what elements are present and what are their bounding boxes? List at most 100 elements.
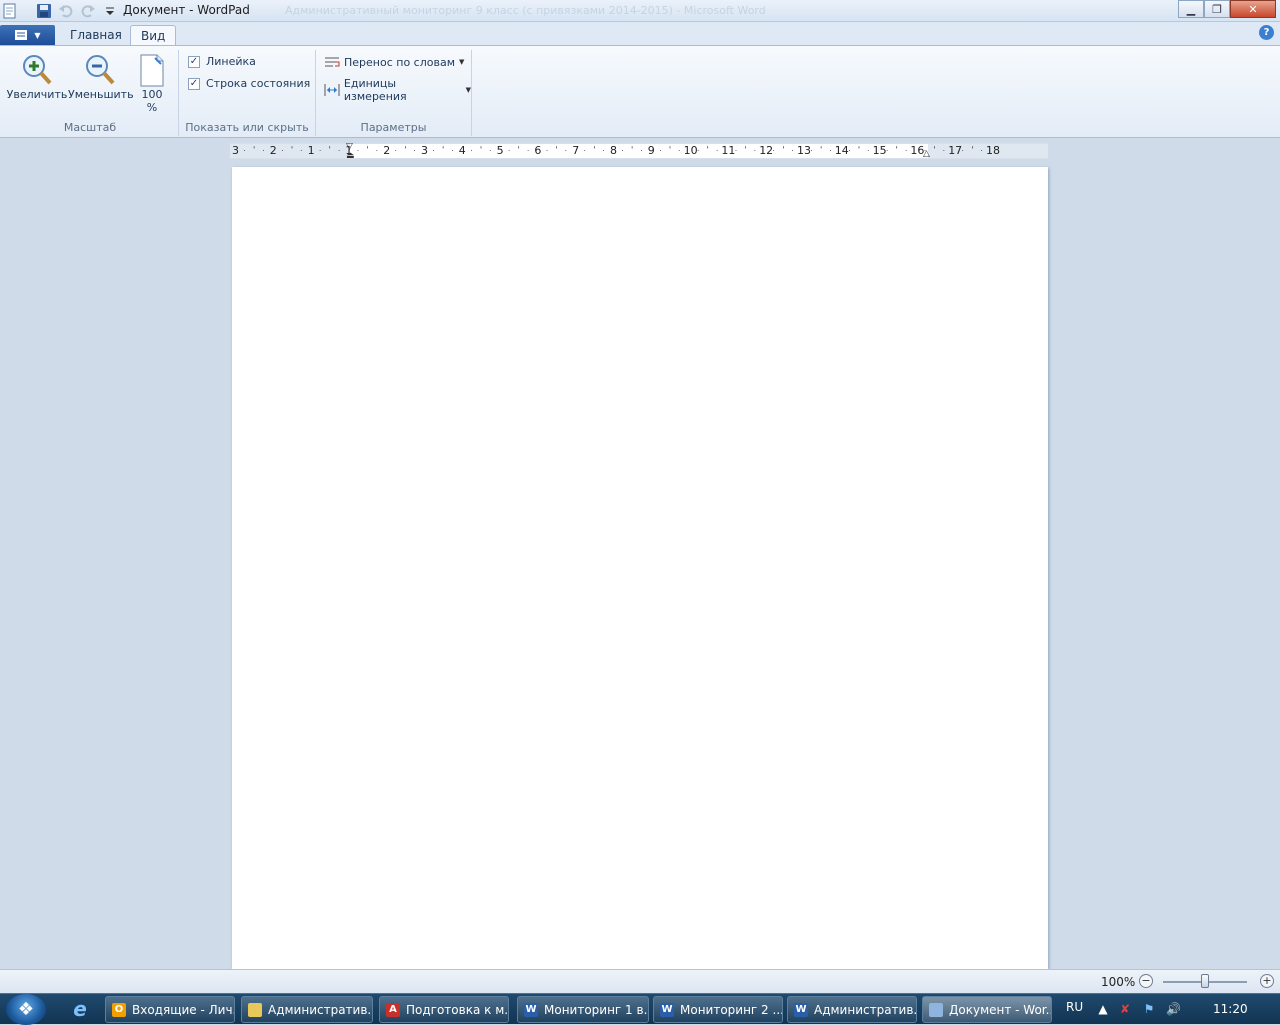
- ruler-number: 12: [759, 144, 774, 157]
- ruler-tick: ·: [942, 147, 945, 155]
- ruler-number: 3: [421, 144, 428, 157]
- ruler-tick: ˈ: [668, 146, 672, 156]
- taskbar-item-label: Входящие - Лич...: [132, 1002, 235, 1017]
- word-wrap-dropdown[interactable]: Перенос по словам ▼: [324, 55, 464, 69]
- undo-icon[interactable]: [58, 3, 74, 19]
- close-button[interactable]: ✕: [1230, 0, 1276, 18]
- statusbar-checkbox[interactable]: ✓ Строка состояния: [188, 77, 310, 90]
- taskbar-item-label: Подготовка к м...: [406, 1002, 509, 1017]
- ruler-number: 11: [721, 144, 736, 157]
- taskbar-item-label: Мониторинг 2 ...: [680, 1002, 783, 1017]
- ruler-tick: ·: [508, 147, 511, 155]
- zoom-group-label: Масштаб: [63, 121, 117, 134]
- window-title: Документ - WordPad: [123, 3, 250, 17]
- ruler-tick: ·: [545, 147, 549, 155]
- status-bar: 100% − +: [0, 969, 1280, 993]
- ribbon: Увеличить Уменьшить 100 % Масштаб ✓ Лине…: [0, 45, 1280, 138]
- right-indent-icon[interactable]: △: [923, 149, 930, 159]
- restore-button[interactable]: ❐: [1204, 0, 1230, 18]
- ruler-tick: ·: [319, 147, 322, 155]
- ribbon-tabs: ▼ Главная Вид ?: [0, 22, 1280, 46]
- network-error-icon[interactable]: ✘: [1118, 1002, 1132, 1016]
- ruler-tick: ·: [451, 147, 454, 155]
- ruler-number: 1: [307, 144, 315, 157]
- ruler[interactable]: 3 · ˈ · 2 · ˈ · 1 · ˈ · 1 · ˈ · 2 · ˈ · 3 · ˈ · 4 · ˈ · 5 · ˈ · 6 · ˈ · 7 · ˈ ·…: [230, 142, 1048, 161]
- page-100-icon: [135, 52, 169, 88]
- title-bar: Документ - WordPad Административный мони…: [0, 0, 1280, 22]
- zoom-in-button[interactable]: Увеличить: [6, 52, 68, 101]
- params-group-label: Параметры: [360, 121, 427, 134]
- zoom-in-label: Увеличить: [6, 88, 68, 101]
- ruler-tick: ˈ: [706, 146, 709, 156]
- ruler-tick: ·: [621, 147, 624, 155]
- ruler-tick: ˈ: [555, 146, 558, 156]
- app-menu-button[interactable]: ▼: [0, 25, 55, 45]
- taskbar-item-label: Административ...: [268, 1002, 373, 1017]
- word-icon: W: [524, 1002, 538, 1017]
- word-wrap-label: Перенос по словам: [344, 55, 456, 69]
- ruler-tick: ˈ: [971, 146, 974, 156]
- taskbar-item[interactable]: Административ...: [241, 996, 373, 1023]
- quick-access-toolbar: [2, 2, 118, 20]
- statusbar-checkbox-label: Строка состояния: [206, 77, 311, 90]
- zoom-out-button[interactable]: −: [1139, 974, 1153, 988]
- ruler-number: 8: [610, 144, 617, 157]
- volume-icon[interactable]: 🔊: [1166, 1002, 1181, 1016]
- restore-icon: ❐: [1212, 2, 1222, 16]
- taskbar-item[interactable]: W Административ...: [787, 996, 917, 1023]
- ruler-tick: ·: [961, 147, 964, 155]
- zoom-in-icon: [20, 52, 54, 88]
- word-wrap-icon: [325, 57, 340, 67]
- document-page[interactable]: [232, 167, 1048, 969]
- zoom-100-button[interactable]: 100 %: [134, 52, 170, 114]
- taskbar-item[interactable]: W Мониторинг 1 в...: [517, 996, 649, 1023]
- language-indicator[interactable]: RU: [1066, 1000, 1083, 1014]
- start-button[interactable]: ❖: [6, 994, 46, 1025]
- action-center-icon[interactable]: ⚑: [1142, 1002, 1156, 1016]
- ruler-number: 5: [496, 144, 504, 157]
- taskbar: ❖ e O Входящие - Лич... Административ... A П…: [0, 993, 1280, 1025]
- taskbar-item[interactable]: Документ - Wor...: [922, 996, 1052, 1023]
- zoom-in-button[interactable]: +: [1260, 974, 1274, 988]
- ruler-number: 10: [683, 144, 698, 157]
- ruler-tick: ˈ: [328, 146, 331, 156]
- zoom-out-button[interactable]: Уменьшить: [68, 52, 134, 101]
- ruler-tick: ˈ: [479, 146, 483, 156]
- zoom-out-label: Уменьшить: [68, 88, 134, 101]
- word-icon: W: [660, 1002, 674, 1017]
- zoom-100-percent: %: [146, 101, 158, 114]
- help-icon[interactable]: ?: [1259, 25, 1274, 40]
- system-tray: RU ▲ ✘ ⚑ 🔊 11:20: [1060, 994, 1280, 1025]
- ruler-tick: ·: [262, 147, 265, 155]
- units-dropdown[interactable]: Единицы измерения ▼: [324, 77, 471, 103]
- minimize-button[interactable]: ▁: [1178, 0, 1204, 18]
- tab-view[interactable]: Вид: [130, 25, 177, 46]
- clock[interactable]: 11:20: [1213, 1002, 1248, 1016]
- customize-qat-icon[interactable]: [102, 3, 118, 19]
- show-hidden-icons-icon[interactable]: ▲: [1096, 1002, 1110, 1016]
- ruler-tick: ·: [337, 147, 341, 155]
- taskbar-item[interactable]: O Входящие - Лич...: [105, 996, 235, 1023]
- redo-icon[interactable]: [80, 3, 96, 19]
- show-hide-group: ✓ Линейка ✓ Строка состояния Показать ил…: [179, 50, 316, 136]
- save-icon[interactable]: [36, 3, 52, 19]
- taskbar-item[interactable]: A Подготовка к м...: [379, 996, 509, 1023]
- zoom-slider-thumb[interactable]: [1201, 974, 1209, 988]
- app-menu-icon: [15, 30, 28, 40]
- params-group: Перенос по словам ▼ Единицы измерения ▼ …: [316, 50, 472, 136]
- ruler-number: 4: [458, 144, 466, 157]
- zoom-percentage[interactable]: 100%: [1101, 975, 1135, 989]
- ruler-tick: ·: [281, 147, 284, 155]
- document-area: [0, 160, 1280, 969]
- ruler-checkbox[interactable]: ✓ Линейка: [188, 55, 256, 68]
- statusbar-check-icon: ✓: [188, 77, 200, 90]
- ruler-tick: ·: [640, 147, 643, 155]
- tab-home[interactable]: Главная: [60, 25, 132, 46]
- taskbar-item[interactable]: W Мониторинг 2 ...: [653, 996, 783, 1023]
- zoom-out-icon: [83, 52, 117, 88]
- internet-explorer-icon[interactable]: e: [66, 997, 94, 1021]
- ruler-number: 2: [269, 144, 277, 157]
- ruler-tick: ˈ: [933, 146, 936, 156]
- wordpad-app-icon[interactable]: [2, 3, 18, 19]
- ruler-tick: ·: [886, 147, 889, 155]
